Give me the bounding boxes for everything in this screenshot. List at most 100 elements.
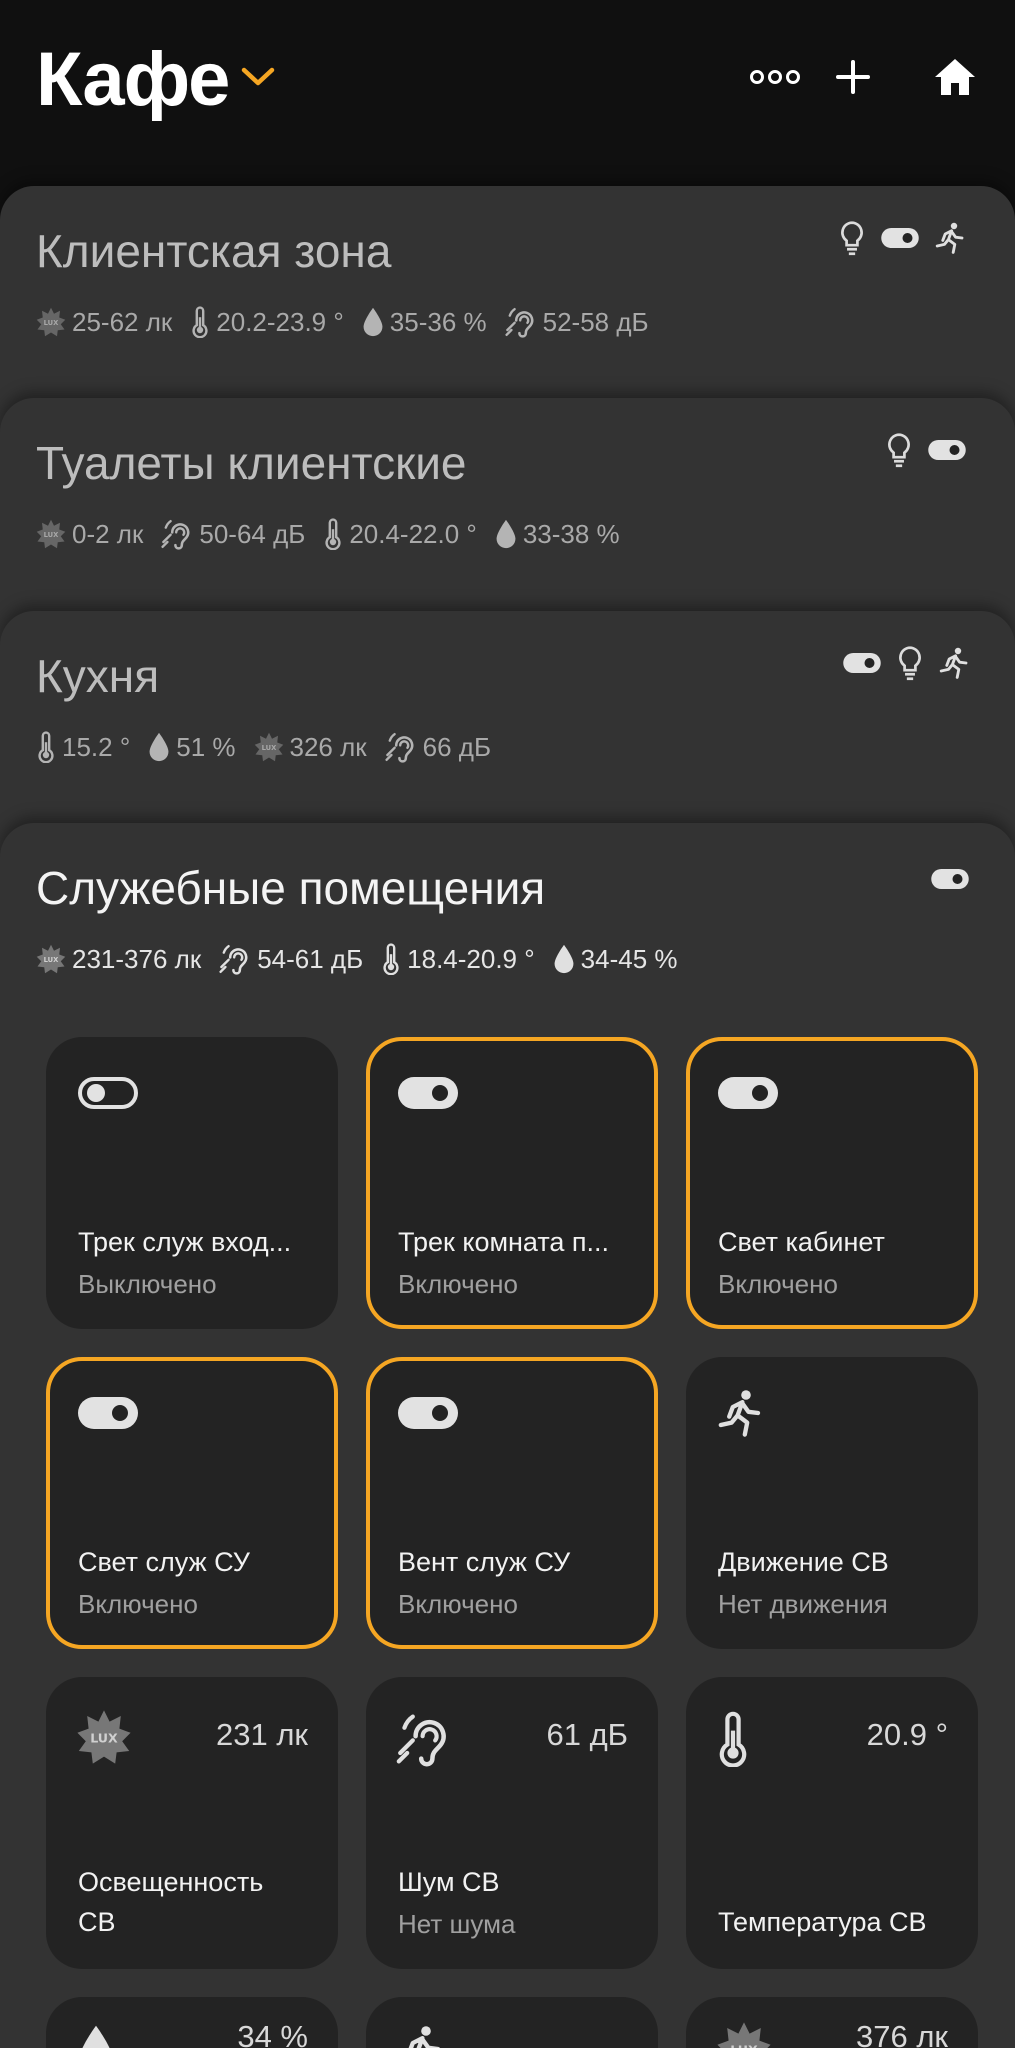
lux-metric: 25-62 лк xyxy=(36,307,172,338)
switch-icon xyxy=(842,649,882,677)
lux-icon xyxy=(716,2021,772,2048)
tile-state: Нет движения xyxy=(718,1589,888,1619)
noise-metric: 66 дБ xyxy=(385,731,491,763)
tile-name: Трек комната п... xyxy=(398,1227,610,1257)
tile-name: Движение СВ xyxy=(718,1547,889,1577)
room-metrics: 25-62 лк 20.2-23.9 ° 35-36 % 52-58 дБ xyxy=(36,306,649,338)
ear-icon xyxy=(219,943,251,975)
tile-value: 34 % xyxy=(237,2019,308,2048)
tile-value: 376 лк xyxy=(856,2019,948,2048)
ear-icon xyxy=(396,1711,452,1767)
more-dots-icon[interactable] xyxy=(748,50,802,104)
device-tile-track-service-entrance[interactable]: Трек служ вход... Выключено xyxy=(46,1037,338,1329)
droplet-icon xyxy=(495,518,517,550)
tile-state: Включено xyxy=(78,1589,198,1619)
switch-on-icon[interactable] xyxy=(396,1073,460,1113)
lux-icon xyxy=(36,519,66,549)
droplet-icon xyxy=(148,731,170,763)
motion-icon xyxy=(938,646,970,680)
thermometer-icon xyxy=(190,306,210,338)
home-title[interactable]: Кафе xyxy=(36,36,230,123)
ear-icon xyxy=(385,731,417,763)
bulb-icon xyxy=(838,220,866,256)
tile-state: Включено xyxy=(718,1269,838,1299)
humidity-metric: 33-38 % xyxy=(495,518,620,550)
device-tile-temperature-sv[interactable]: 20.9 ° Температура СВ xyxy=(686,1677,978,1969)
device-tile-motion-sv[interactable]: Движение СВ Нет движения xyxy=(686,1357,978,1649)
room-title: Служебные помещения xyxy=(36,862,546,914)
motion-icon xyxy=(934,221,966,255)
thermometer-icon xyxy=(716,1711,750,1767)
temperature-metric: 20.2-23.9 ° xyxy=(190,306,344,338)
lux-metric: 231-376 лк xyxy=(36,944,201,975)
chevron-down-icon[interactable] xyxy=(240,64,276,88)
tile-name: Вент служ СУ xyxy=(398,1547,571,1577)
tile-state: Включено xyxy=(398,1269,518,1299)
switch-on-icon[interactable] xyxy=(716,1073,780,1113)
home-icon[interactable] xyxy=(928,50,982,104)
switch-on-icon[interactable] xyxy=(396,1393,460,1433)
room-title: Кухня xyxy=(36,650,160,702)
room-status-icons xyxy=(838,220,966,256)
device-tile-motion-2[interactable] xyxy=(366,1997,658,2048)
motion-icon xyxy=(716,1387,764,1439)
device-tile-vent-service-wc[interactable]: Вент служ СУ Включено xyxy=(366,1357,658,1649)
tile-state: Нет шума xyxy=(398,1909,516,1939)
tile-name: Шум СВ xyxy=(398,1867,500,1897)
tile-value: 231 лк xyxy=(216,1717,308,1752)
lux-icon xyxy=(254,732,284,762)
switch-on-icon[interactable] xyxy=(76,1393,140,1433)
room-title: Туалеты клиентские xyxy=(36,437,467,489)
tile-name: Свет служ СУ xyxy=(78,1547,250,1577)
room-status-icons xyxy=(885,432,967,468)
device-tile-track-room[interactable]: Трек комната п... Включено xyxy=(366,1037,658,1329)
noise-metric: 50-64 дБ xyxy=(161,518,305,550)
device-tile-illuminance-2[interactable]: 376 лк xyxy=(686,1997,978,2048)
lux-metric: 0-2 лк xyxy=(36,519,143,550)
lux-metric: 326 лк xyxy=(254,732,367,763)
switch-off-icon[interactable] xyxy=(76,1073,140,1113)
droplet-icon xyxy=(553,943,575,975)
room-title: Клиентская зона xyxy=(36,225,392,277)
lux-icon xyxy=(76,1709,132,1765)
thermometer-icon xyxy=(323,518,343,550)
top-bar: Кафе xyxy=(0,0,1015,190)
tile-value: 61 дБ xyxy=(546,1717,628,1752)
noise-metric: 54-61 дБ xyxy=(219,943,363,975)
room-status-icons xyxy=(930,865,970,893)
switch-icon xyxy=(927,436,967,464)
humidity-metric: 34-45 % xyxy=(553,943,678,975)
room-metrics: 0-2 лк 50-64 дБ 20.4-22.0 ° 33-38 % xyxy=(36,518,620,550)
tile-state: Выключено xyxy=(78,1269,217,1299)
device-tile-illuminance-sv[interactable]: 231 лк Освещенность СВ xyxy=(46,1677,338,1969)
tile-name-line-2: СВ xyxy=(78,1907,116,1937)
humidity-metric: 51 % xyxy=(148,731,236,763)
noise-metric: 52-58 дБ xyxy=(505,306,649,338)
droplet-icon xyxy=(362,306,384,338)
temperature-metric: 15.2 ° xyxy=(36,731,130,763)
humidity-metric: 35-36 % xyxy=(362,306,487,338)
droplet-icon xyxy=(76,2023,116,2048)
switch-icon xyxy=(880,224,920,252)
thermometer-icon xyxy=(381,943,401,975)
room-metrics: 231-376 лк 54-61 дБ 18.4-20.9 ° 34-45 % xyxy=(36,943,678,975)
tile-state: Включено xyxy=(398,1589,518,1619)
device-tile-light-service-wc[interactable]: Свет служ СУ Включено xyxy=(46,1357,338,1649)
plus-icon[interactable] xyxy=(826,50,880,104)
thermometer-icon xyxy=(36,731,56,763)
lux-icon xyxy=(36,307,66,337)
bulb-icon xyxy=(885,432,913,468)
device-tile-light-office[interactable]: Свет кабинет Включено xyxy=(686,1037,978,1329)
tile-name: Температура СВ xyxy=(718,1907,927,1937)
temperature-metric: 18.4-20.9 ° xyxy=(381,943,535,975)
tile-name: Трек служ вход... xyxy=(78,1227,292,1257)
device-tile-humidity-sv[interactable]: 34 % xyxy=(46,1997,338,2048)
tile-name: Свет кабинет xyxy=(718,1227,885,1257)
lux-icon xyxy=(36,944,66,974)
bulb-icon xyxy=(896,645,924,681)
temperature-metric: 20.4-22.0 ° xyxy=(323,518,477,550)
tile-value: 20.9 ° xyxy=(866,1717,948,1752)
tile-name: Освещенность xyxy=(78,1867,264,1897)
device-tile-noise-sv[interactable]: 61 дБ Шум СВ Нет шума xyxy=(366,1677,658,1969)
motion-icon xyxy=(396,2023,444,2048)
